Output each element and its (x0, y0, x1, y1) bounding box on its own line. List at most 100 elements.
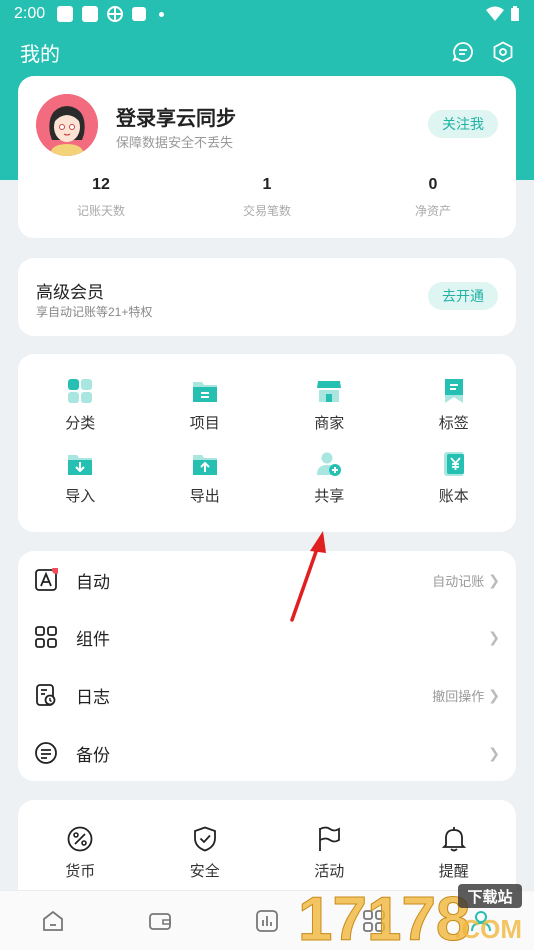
row-label: 组件 (76, 629, 110, 649)
export-icon (192, 451, 218, 477)
chevron-right-icon: ❯ (488, 744, 500, 761)
shortcut-label: 提醒 (438, 863, 469, 880)
profile-name[interactable]: 登录享云同步 (116, 102, 236, 131)
settings-gear-icon[interactable] (492, 41, 514, 63)
premium-member-card[interactable]: 高级会员 享自动记账等21+特权 去开通 (18, 258, 516, 336)
stat-transactions[interactable]: 1 交易笔数 (184, 176, 350, 219)
shortcut-reminder[interactable]: 提醒 (392, 826, 517, 881)
grid-item-merchant[interactable]: 商家 (267, 378, 392, 433)
bar-chart-icon (256, 909, 278, 932)
widget-icon (34, 625, 58, 649)
list-row-auto[interactable]: 自动 自动记账 ❯ (18, 552, 516, 608)
profile-card: 登录享云同步 保障数据安全不丢失 关注我 12 记账天数 1 交易笔数 0 净资… (18, 76, 516, 238)
more-notifications-dot (159, 11, 165, 17)
row-label: 备份 (76, 745, 110, 765)
tag-bookmark-icon (441, 378, 467, 404)
stat-value: 0 (428, 176, 438, 193)
stat-value: 12 (92, 176, 110, 193)
text-a-icon (132, 7, 147, 21)
shortcut-activity[interactable]: 活动 (267, 826, 392, 881)
share-user-icon (316, 451, 342, 477)
shortcut-label: 安全 (189, 863, 220, 880)
merchant-store-icon (316, 378, 342, 404)
watermark-domain: .COM (454, 914, 522, 944)
grid-item-import[interactable]: 导入 (18, 451, 143, 506)
grid-item-label: 导出 (189, 488, 220, 505)
profile-subtitle: 保障数据安全不丢失 (116, 135, 234, 150)
row-label: 自动 (76, 572, 110, 592)
member-subtitle: 享自动记账等21+特权 (36, 305, 153, 319)
stat-label: 净资产 (414, 204, 451, 218)
backup-icon (34, 741, 58, 765)
notification-app-icon (82, 6, 99, 22)
chevron-right-icon: ❯ (488, 686, 500, 703)
watermark-number: 17178 (298, 885, 470, 944)
stat-label: 记账天数 (76, 204, 125, 218)
flag-icon (316, 826, 342, 852)
stat-net-assets[interactable]: 0 净资产 (350, 176, 516, 219)
stat-label: 交易笔数 (242, 204, 291, 218)
grid-item-label: 共享 (314, 488, 345, 505)
row-label: 日志 (76, 687, 110, 707)
import-icon (67, 451, 93, 477)
grid-item-project[interactable]: 项目 (143, 378, 268, 433)
status-time: 2:00 (14, 5, 46, 22)
profile-stats: 12 记账天数 1 交易笔数 0 净资产 (18, 176, 516, 219)
row-hint: 撤回操作 ❯ (432, 686, 500, 705)
currency-percent-icon (67, 826, 93, 852)
battery-icon (511, 6, 519, 21)
list-row-log[interactable]: 日志 撤回操作 ❯ (18, 667, 516, 723)
grid-item-category[interactable]: 分类 (18, 378, 143, 433)
settings-list-card: 自动 自动记账 ❯ 组件 ❯ 日志 撤回操作 ❯ 备份 ❯ (18, 551, 516, 781)
shortcut-label: 货币 (65, 863, 96, 880)
member-title: 高级会员 (36, 283, 104, 302)
list-row-widget[interactable]: 组件 ❯ (18, 609, 516, 665)
project-folder-icon (192, 378, 218, 404)
status-bar: 2:00 (0, 0, 534, 28)
stat-bookkeeping-days[interactable]: 12 记账天数 (18, 176, 184, 219)
bell-icon (441, 826, 467, 852)
tab-wallet[interactable] (107, 891, 214, 950)
shortcut-currency[interactable]: 货币 (18, 826, 143, 881)
ledger-yen-icon (441, 451, 467, 477)
shortcut-label: 活动 (314, 863, 345, 880)
message-icon[interactable] (452, 41, 474, 63)
row-hint-text: 撤回操作 (432, 688, 485, 704)
chevron-right-icon: ❯ (488, 628, 500, 645)
page-header: 我的 (0, 32, 534, 72)
stat-value: 1 (262, 176, 272, 193)
grid-item-label: 商家 (314, 415, 345, 432)
row-hint-text: 自动记账 (432, 573, 485, 589)
tab-home[interactable] (0, 891, 107, 950)
wallet-icon (149, 912, 172, 930)
watermark-site: 下载站 (467, 888, 512, 906)
grid-item-ledger[interactable]: 账本 (392, 451, 517, 506)
site-watermark-logo: 17178 下载站 .COM (298, 884, 526, 950)
row-hint: ❯ (484, 629, 500, 646)
page-title: 我的 (20, 43, 60, 66)
avatar[interactable] (36, 94, 98, 156)
grid-item-label: 项目 (189, 415, 220, 432)
grid-item-label: 导入 (65, 488, 96, 505)
shield-check-icon (192, 826, 218, 852)
grid-item-label: 分类 (65, 415, 96, 432)
chevron-right-icon: ❯ (488, 571, 500, 588)
notification-app-icon (107, 6, 124, 22)
auto-icon (34, 568, 58, 592)
row-hint: ❯ (484, 745, 500, 762)
grid-item-share[interactable]: 共享 (267, 451, 392, 506)
home-icon (43, 910, 64, 931)
shortcut-security[interactable]: 安全 (143, 826, 268, 881)
grid-item-tag[interactable]: 标签 (392, 378, 517, 433)
list-row-backup[interactable]: 备份 ❯ (18, 725, 516, 781)
feature-grid-card: 分类 项目 商家 标签 导入 导出 共享 账本 (18, 354, 516, 532)
log-icon (34, 683, 58, 707)
activate-member-button[interactable]: 去开通 (428, 282, 498, 310)
follow-button[interactable]: 关注我 (428, 110, 498, 138)
grid-item-export[interactable]: 导出 (143, 451, 268, 506)
row-hint: 自动记账 ❯ (432, 571, 500, 590)
wifi-icon (486, 6, 504, 21)
notification-app-icon (57, 6, 74, 22)
category-icon (67, 378, 93, 404)
grid-item-label: 标签 (438, 415, 469, 432)
